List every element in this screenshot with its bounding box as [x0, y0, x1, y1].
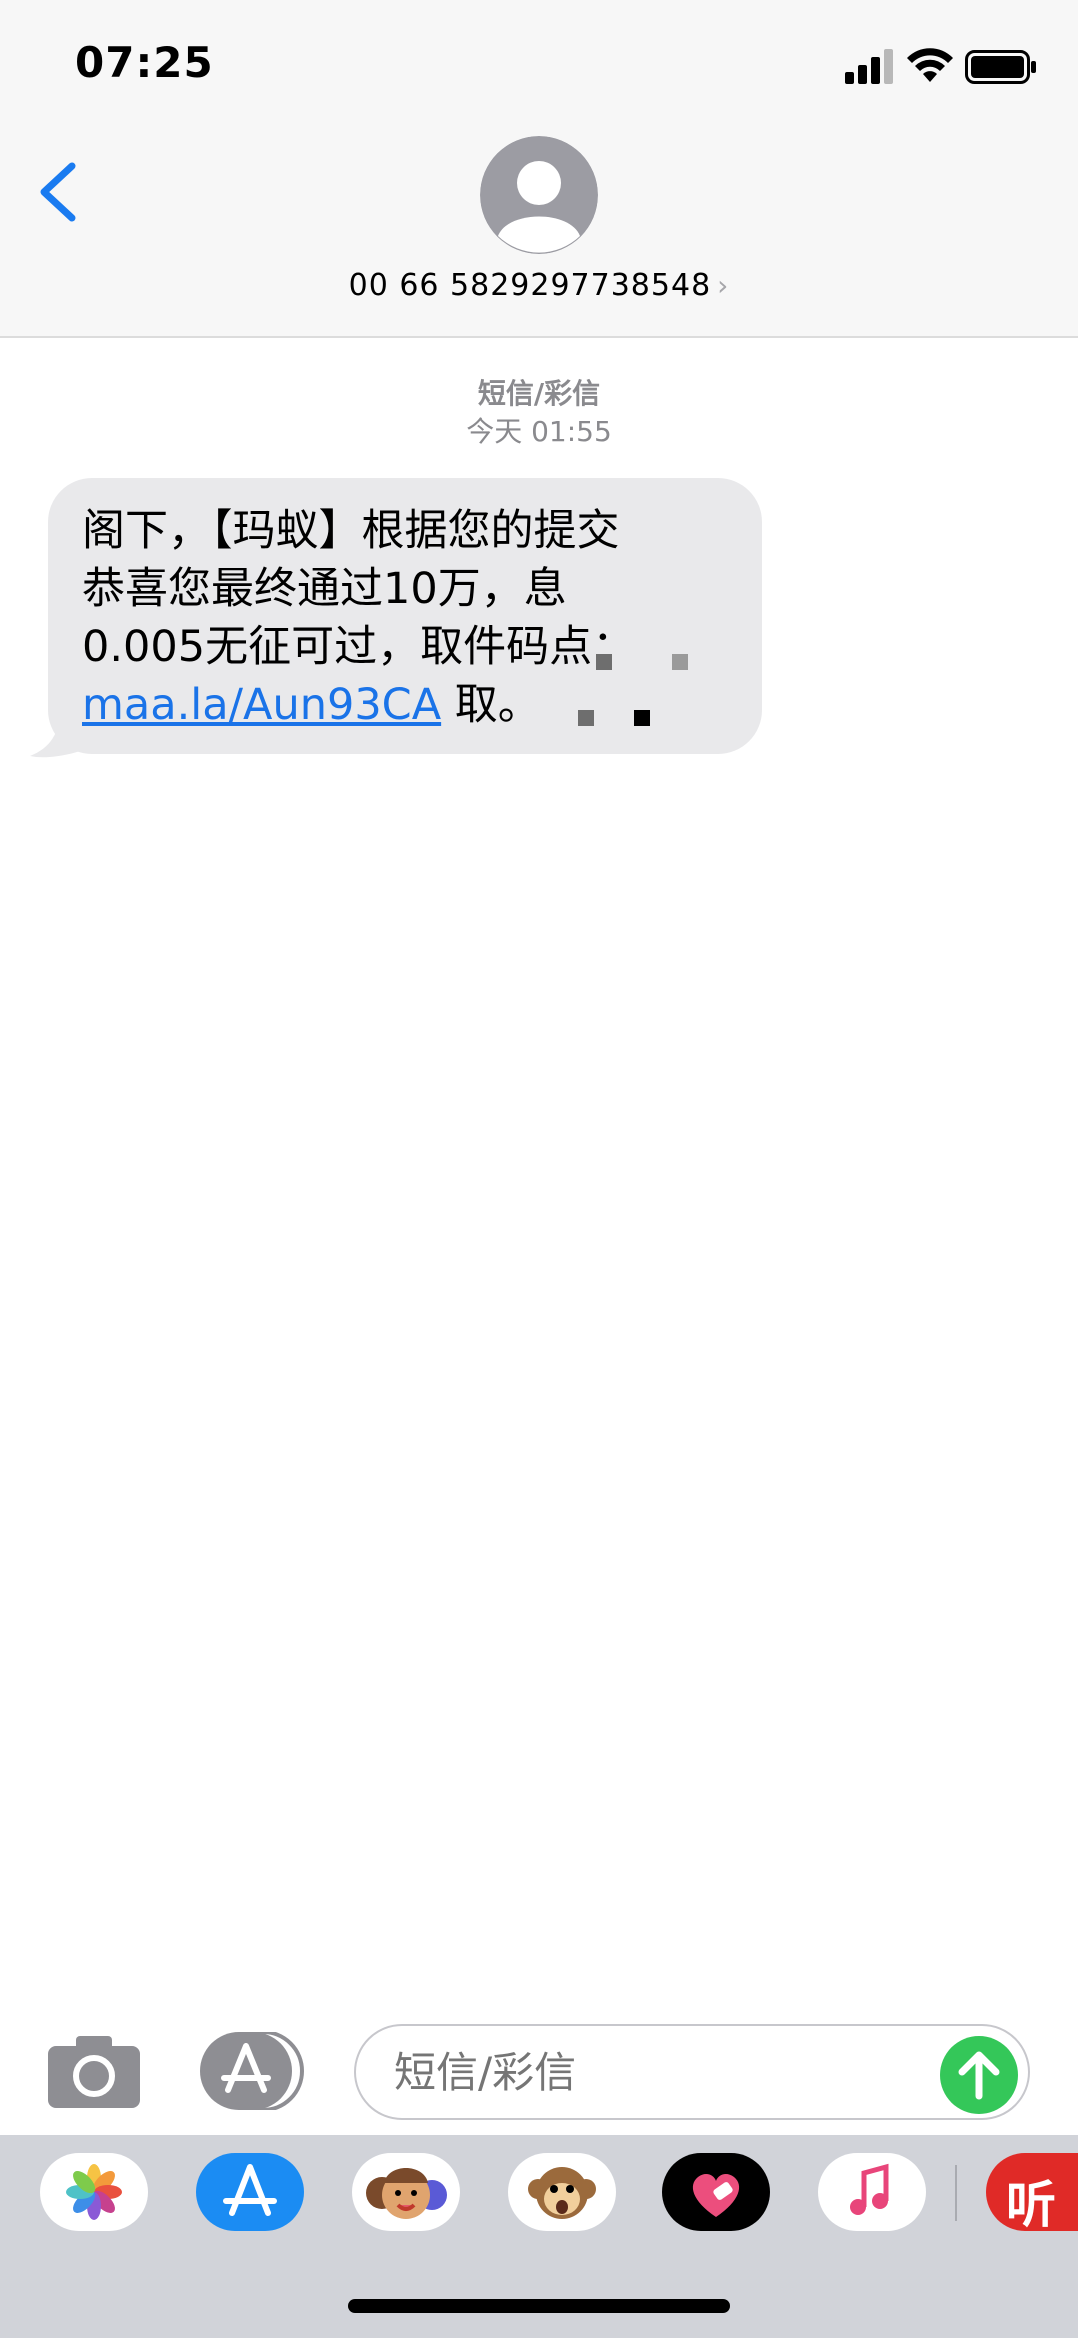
- battery-icon: [965, 50, 1036, 84]
- imessage-app-drawer: 听: [0, 2135, 1078, 2338]
- pixel-artifact: [578, 710, 594, 726]
- thread-timestamp: 今天 01:55: [466, 415, 612, 448]
- wifi-icon: [907, 48, 953, 82]
- message-link-line: maa.la/Aun93CA 取。: [82, 676, 541, 734]
- music-icon[interactable]: [818, 2153, 926, 2231]
- message-suffix: 取。: [441, 680, 541, 730]
- home-indicator[interactable]: [348, 2299, 730, 2313]
- contact-avatar[interactable]: [480, 136, 598, 254]
- chevron-right-icon: ›: [717, 269, 730, 302]
- pixel-artifact: [672, 654, 688, 670]
- conversation-header: 00 66 5829297738548 ›: [0, 130, 1078, 338]
- thread-type-label: 短信/彩信: [477, 377, 601, 410]
- memoji-icon[interactable]: [352, 2153, 460, 2231]
- status-time: 07:25: [75, 38, 214, 87]
- contact-number-text: 00 66 5829297738548: [348, 268, 712, 303]
- send-button[interactable]: [940, 2036, 1018, 2114]
- app-store-icon[interactable]: [200, 2032, 304, 2110]
- animoji-monkey-icon[interactable]: [508, 2153, 616, 2231]
- chevron-left-icon[interactable]: [28, 152, 88, 232]
- digital-touch-heart-icon[interactable]: [662, 2153, 770, 2231]
- listen-app-icon[interactable]: 听: [986, 2153, 1078, 2231]
- status-bar: 07:25: [0, 0, 1078, 130]
- signal-icon: [845, 49, 893, 84]
- message-input-bar: [0, 2000, 1078, 2140]
- listen-app-label: 听: [1006, 2176, 1056, 2231]
- app-store-icon[interactable]: [196, 2153, 304, 2231]
- message-text: 阁下，【玛蚁】根据您的提交 恭喜您最终通过10万，息 0.005无征可过，取件码…: [82, 506, 636, 672]
- person-avatar-icon: [480, 136, 598, 254]
- message-input[interactable]: [354, 2024, 1030, 2120]
- message-link[interactable]: maa.la/Aun93CA: [82, 680, 441, 730]
- drawer-divider: [955, 2165, 957, 2221]
- camera-icon[interactable]: [48, 2034, 140, 2108]
- received-message-bubble[interactable]: 阁下，【玛蚁】根据您的提交 恭喜您最终通过10万，息 0.005无征可过，取件码…: [48, 478, 762, 754]
- pixel-artifact: [596, 654, 612, 670]
- photos-icon[interactable]: [40, 2153, 148, 2231]
- contact-number[interactable]: 00 66 5829297738548 ›: [0, 268, 1078, 303]
- arrow-up-icon: [958, 2051, 1000, 2100]
- pixel-artifact: [634, 710, 650, 726]
